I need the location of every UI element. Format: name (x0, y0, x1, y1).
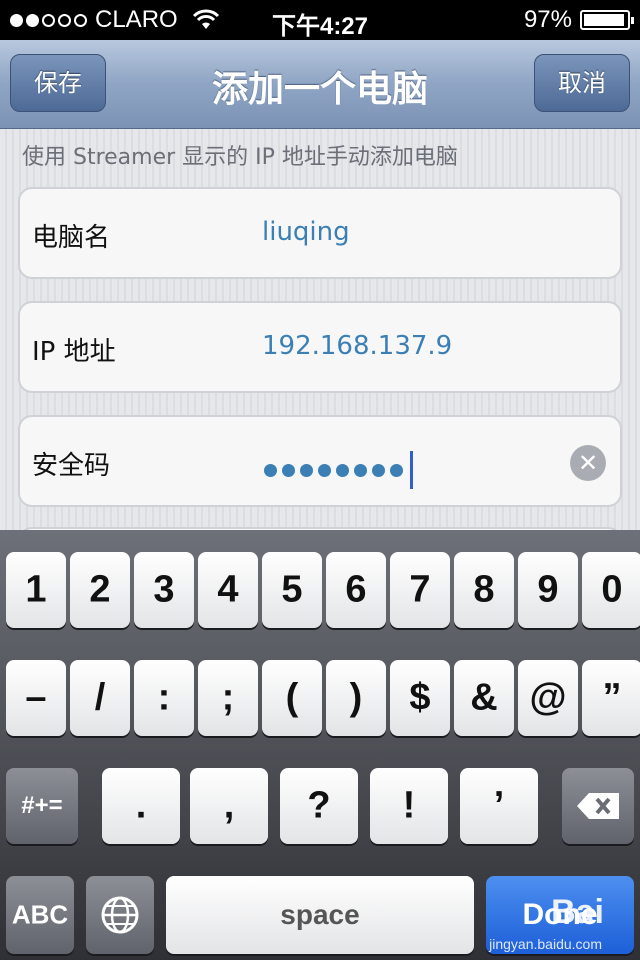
key-1[interactable]: / (70, 660, 130, 736)
key-0[interactable]: – (6, 660, 66, 736)
delete-icon[interactable] (562, 768, 634, 844)
key-3[interactable]: 4 (198, 552, 258, 628)
key-5[interactable]: 6 (326, 552, 386, 628)
ip-address-input[interactable]: 192.168.137.9 (262, 331, 452, 361)
key-punct-2[interactable]: , (190, 768, 268, 844)
key-2[interactable]: : (134, 660, 194, 736)
key-7[interactable]: & (454, 660, 514, 736)
computer-name-field[interactable]: 电脑名 liuqing (18, 187, 622, 279)
key-punct-4[interactable]: ! (370, 768, 448, 844)
password-dot (318, 463, 331, 477)
key-1[interactable]: 2 (70, 552, 130, 628)
field-label: IP 地址 (32, 337, 116, 367)
key-punct-1[interactable]: . (102, 768, 180, 844)
password-dot (372, 463, 385, 477)
key-4[interactable]: ( (262, 660, 322, 736)
password-dot (336, 463, 349, 477)
key-8[interactable]: 9 (518, 552, 578, 628)
password-dot (390, 463, 403, 477)
baidu-watermark-logo: Bai (551, 893, 604, 931)
more-symbols-key[interactable]: #+= (6, 768, 78, 844)
key-9[interactable]: 0 (582, 552, 640, 628)
field-label: 电脑名 (32, 223, 111, 253)
key-punct-3[interactable]: ? (280, 768, 358, 844)
key-4[interactable]: 5 (262, 552, 322, 628)
keyboard: 1234567890 – /:;() $ & @” #+=.,?!’ ABC space… (0, 530, 640, 960)
cancel-button[interactable]: 取消 (534, 54, 630, 112)
key-0[interactable]: 1 (6, 552, 66, 628)
baidu-watermark-url: jingyan.baidu.com (489, 936, 602, 952)
space-key[interactable]: space (166, 876, 474, 954)
form-content: 使用 Streamer 显示的 IP 地址手动添加电脑 电脑名 liuqing … (0, 129, 640, 619)
password-dot (300, 463, 313, 477)
clear-text-icon[interactable]: ✕ (570, 445, 606, 481)
abc-key[interactable]: ABC (6, 876, 74, 954)
text-cursor (410, 451, 413, 489)
key-2[interactable]: 3 (134, 552, 194, 628)
key-5[interactable]: ) (326, 660, 386, 736)
battery-status: 97% (523, 6, 634, 34)
computer-name-input[interactable]: liuqing (262, 217, 350, 247)
navigation-bar: 保存 添加一个电脑 取消 (0, 40, 640, 129)
security-code-input[interactable] (264, 451, 413, 489)
key-punct-5[interactable]: ’ (460, 768, 538, 844)
password-dot (264, 463, 277, 477)
field-label: 安全码 (32, 451, 111, 481)
key-6[interactable]: $ (390, 660, 450, 736)
key-9[interactable]: ” (582, 660, 640, 736)
globe-icon[interactable] (86, 876, 154, 954)
password-dot (354, 463, 367, 477)
instruction-text: 使用 Streamer 显示的 IP 地址手动添加电脑 (22, 145, 458, 170)
ip-address-field[interactable]: IP 地址 192.168.137.9 (18, 301, 622, 393)
key-8[interactable]: @ (518, 660, 578, 736)
password-dot (282, 463, 295, 477)
key-3[interactable]: ; (198, 660, 258, 736)
key-6[interactable]: 7 (390, 552, 450, 628)
security-code-field[interactable]: 安全码 ✕ (18, 415, 622, 507)
key-7[interactable]: 8 (454, 552, 514, 628)
battery-percent: 97% (523, 6, 572, 33)
battery-icon (580, 10, 634, 30)
status-bar: CLARO 下午4:27 97% (0, 0, 640, 40)
